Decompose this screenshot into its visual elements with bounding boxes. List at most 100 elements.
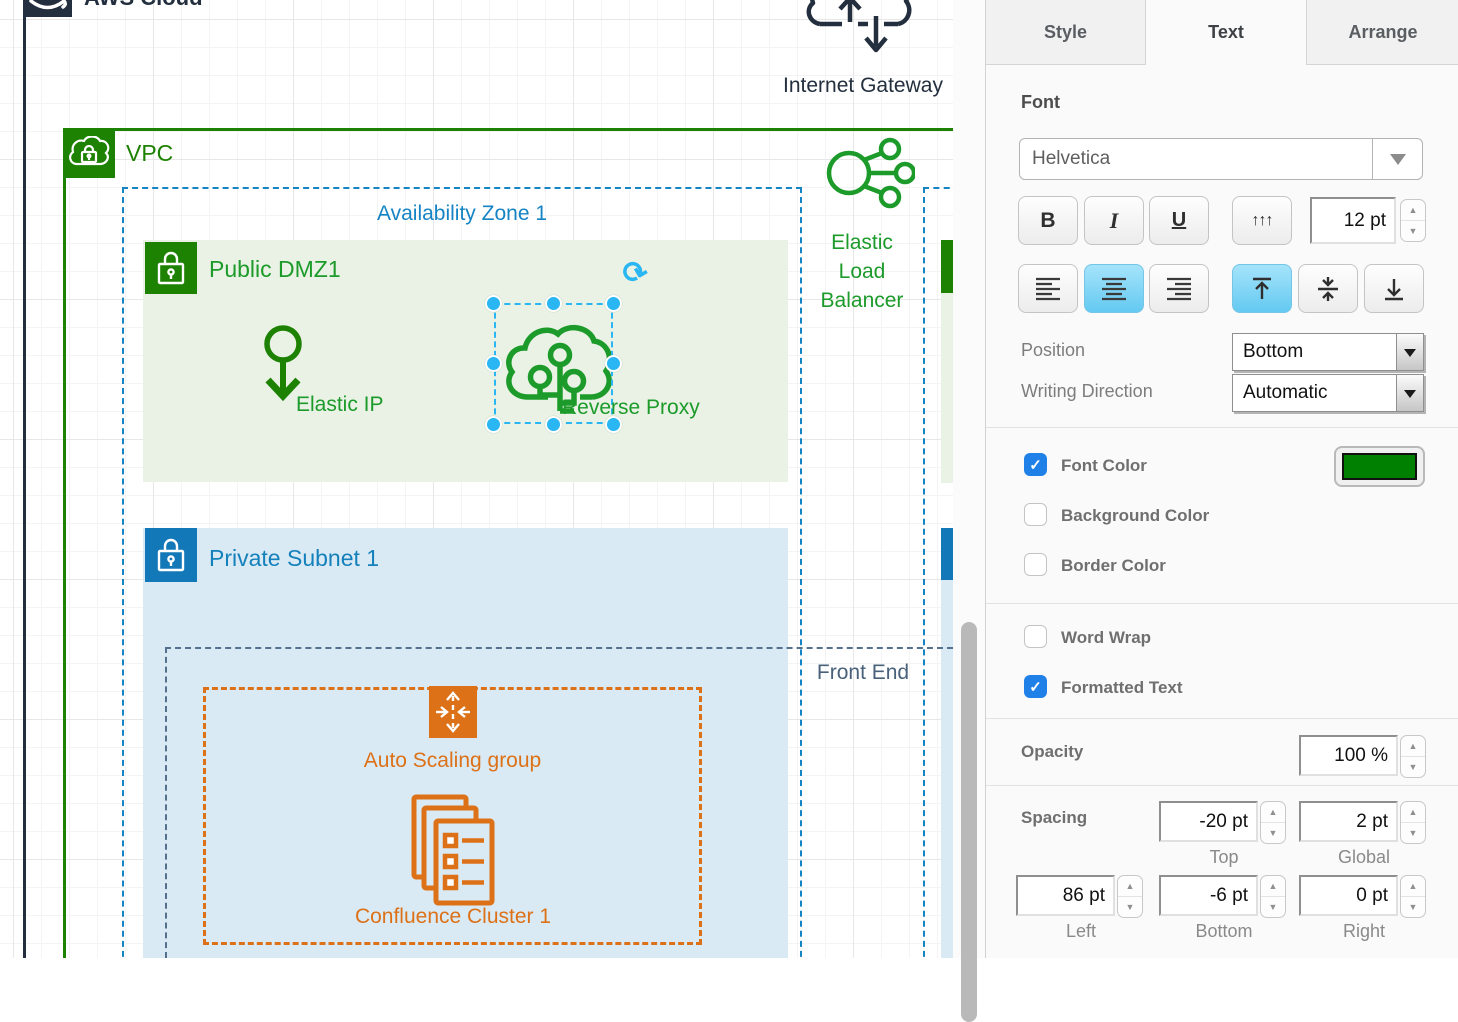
spacing-left-input[interactable]: [1016, 875, 1115, 916]
selection-handle-w[interactable]: [485, 355, 502, 372]
selection-handle-e[interactable]: [605, 355, 622, 372]
selection-handle-sw[interactable]: [485, 416, 502, 433]
diagram-canvas[interactable]: AWS Cloud Internet Gateway VPC Availabil…: [0, 0, 953, 958]
valign-middle-button[interactable]: [1298, 264, 1358, 313]
elastic-load-balancer-label[interactable]: Elastic Load Balancer: [798, 228, 926, 315]
formatted-text-checkbox[interactable]: ✓: [1024, 675, 1047, 698]
spacing-bottom-field: ▲▼ Bottom: [1159, 875, 1289, 942]
formatted-text-label: Formatted Text: [1061, 678, 1183, 698]
background-color-checkbox[interactable]: ✓: [1024, 503, 1047, 526]
reverse-proxy-label[interactable]: Reverse Proxy: [562, 396, 700, 420]
confluence-cluster-label[interactable]: Confluence Cluster 1: [337, 905, 569, 929]
spacing-global-field: ▲▼ Global: [1299, 801, 1429, 868]
spacing-bottom-caption: Bottom: [1159, 921, 1289, 942]
canvas-scrollbar-thumb[interactable]: [961, 622, 977, 1022]
aws-cloud-group-border[interactable]: [23, 17, 26, 958]
internet-gateway-label[interactable]: Internet Gateway: [770, 74, 953, 98]
spacing-global-input[interactable]: [1299, 801, 1398, 842]
public-dmz2-box[interactable]: [941, 293, 953, 483]
bold-button[interactable]: B: [1018, 196, 1078, 245]
selection-handle-nw[interactable]: [485, 295, 502, 312]
spacing-top-field: ▲▼ Top: [1159, 801, 1289, 868]
font-color-label: Font Color: [1061, 456, 1147, 476]
spacing-top-input[interactable]: [1159, 801, 1258, 842]
selection-handle-n[interactable]: [545, 295, 562, 312]
select-arrow-icon[interactable]: [1396, 334, 1423, 370]
opacity-field: ▲▼: [1299, 735, 1429, 778]
divider: [986, 603, 1458, 604]
private-subnet-1-label[interactable]: Private Subnet 1: [209, 545, 379, 572]
divider: [986, 718, 1458, 719]
stepper-up-icon[interactable]: ▲: [1401, 200, 1425, 221]
spacing-right-stepper[interactable]: ▲▼: [1400, 875, 1426, 918]
underline-button[interactable]: U: [1149, 196, 1209, 245]
private-subnet-2-lock-icon[interactable]: [941, 528, 953, 580]
format-panel-tabs: Style Text Arrange: [986, 0, 1458, 65]
vertical-text-button[interactable]: ↑↑↑: [1232, 196, 1292, 245]
valign-top-button[interactable]: [1232, 264, 1292, 313]
aws-cloud-label[interactable]: AWS Cloud: [84, 0, 203, 11]
public-dmz2-lock-icon[interactable]: [941, 240, 953, 293]
font-color-checkbox[interactable]: ✓: [1024, 453, 1047, 476]
spacing-bottom-input[interactable]: [1159, 875, 1258, 916]
stepper-down-icon[interactable]: ▼: [1401, 221, 1425, 241]
auto-scaling-group-label[interactable]: Auto Scaling group: [339, 749, 566, 773]
availability-zone-1-label[interactable]: Availability Zone 1: [122, 202, 802, 226]
vpc-lock-cloud-icon[interactable]: [63, 128, 115, 178]
border-color-checkbox[interactable]: ✓: [1024, 553, 1047, 576]
tab-arrange[interactable]: Arrange: [1306, 0, 1458, 65]
opacity-input[interactable]: [1299, 735, 1398, 776]
format-panel: Style Text Arrange Font Helvetica B I U …: [985, 0, 1458, 958]
private-subnet-1-lock-icon[interactable]: [145, 528, 197, 582]
background-color-label: Background Color: [1061, 506, 1209, 526]
auto-scaling-icon[interactable]: [429, 686, 477, 738]
spacing-top-caption: Top: [1159, 847, 1289, 868]
font-size-field-wrap: [1310, 197, 1396, 244]
position-select[interactable]: Bottom: [1232, 333, 1424, 371]
tab-text[interactable]: Text: [1146, 0, 1306, 65]
writing-direction-label: Writing Direction: [1021, 381, 1153, 402]
elastic-load-balancer-icon[interactable]: [820, 126, 915, 211]
align-left-button[interactable]: [1018, 264, 1078, 313]
font-color-swatch-color: [1342, 453, 1417, 480]
spacing-right-caption: Right: [1299, 921, 1429, 942]
align-center-button[interactable]: [1084, 264, 1144, 313]
vpc-label[interactable]: VPC: [126, 140, 173, 167]
word-wrap-checkbox[interactable]: ✓: [1024, 625, 1047, 648]
internet-gateway-icon[interactable]: [806, 0, 912, 66]
italic-button[interactable]: I: [1084, 196, 1144, 245]
front-end-box-top-border[interactable]: [165, 647, 953, 649]
spacing-global-caption: Global: [1299, 847, 1429, 868]
valign-bottom-button[interactable]: [1364, 264, 1424, 313]
border-color-label: Border Color: [1061, 556, 1166, 576]
front-end-label[interactable]: Front End: [808, 661, 918, 685]
private-subnet-2-box[interactable]: [941, 580, 953, 958]
aws-cloud-icon[interactable]: [23, 0, 72, 17]
opacity-stepper[interactable]: ▲▼: [1400, 735, 1426, 778]
align-right-button[interactable]: [1149, 264, 1209, 313]
canvas-scrollbar-track[interactable]: [953, 0, 985, 958]
selection-handle-s[interactable]: [545, 416, 562, 433]
tab-style[interactable]: Style: [986, 0, 1146, 65]
font-size-input[interactable]: [1310, 197, 1396, 244]
chevron-down-icon[interactable]: [1372, 139, 1422, 179]
public-dmz1-label[interactable]: Public DMZ1: [209, 256, 341, 283]
spacing-global-stepper[interactable]: ▲▼: [1400, 801, 1426, 844]
spacing-left-stepper[interactable]: ▲▼: [1117, 875, 1143, 918]
front-end-box-left-border[interactable]: [165, 647, 167, 958]
selection-handle-ne[interactable]: [605, 295, 622, 312]
public-dmz1-lock-icon[interactable]: [145, 242, 197, 294]
font-size-stepper[interactable]: ▲ ▼: [1400, 199, 1426, 242]
writing-direction-select[interactable]: Automatic: [1232, 374, 1424, 412]
select-arrow-icon[interactable]: [1396, 375, 1423, 411]
spacing-right-input[interactable]: [1299, 875, 1398, 916]
word-wrap-label: Word Wrap: [1061, 628, 1151, 648]
spacing-bottom-stepper[interactable]: ▲▼: [1260, 875, 1286, 918]
font-color-swatch[interactable]: [1334, 446, 1425, 487]
elastic-ip-label[interactable]: Elastic IP: [296, 393, 384, 417]
spacing-right-field: ▲▼ Right: [1299, 875, 1429, 942]
confluence-cluster-icon[interactable]: [408, 792, 500, 910]
font-family-dropdown[interactable]: Helvetica: [1019, 138, 1423, 180]
spacing-top-stepper[interactable]: ▲▼: [1260, 801, 1286, 844]
font-family-value: Helvetica: [1020, 148, 1372, 170]
